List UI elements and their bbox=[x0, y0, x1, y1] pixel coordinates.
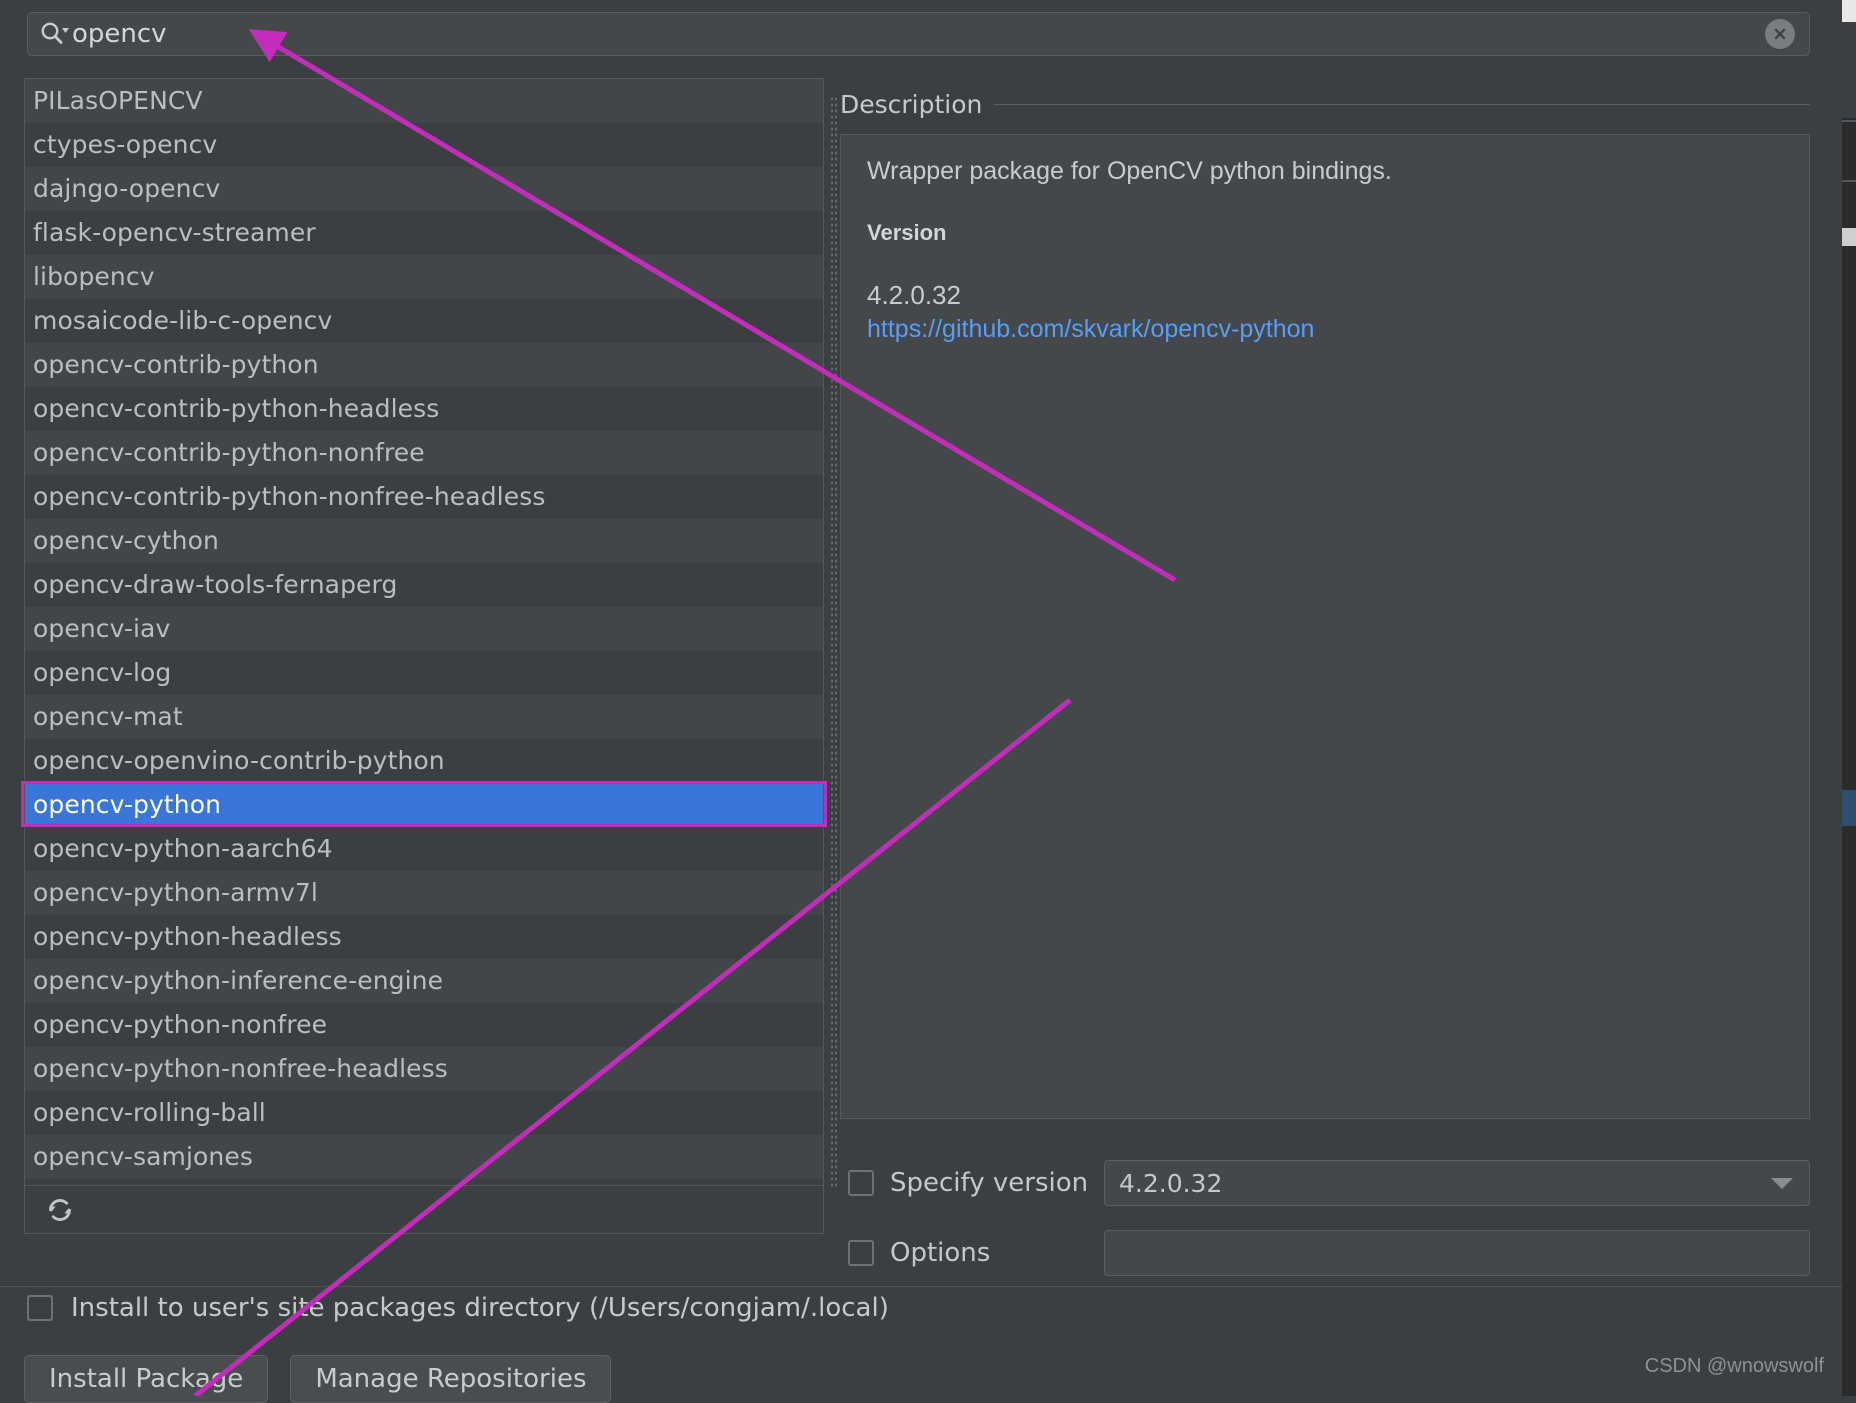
package-list-item[interactable]: dajngo-opencv bbox=[25, 167, 823, 211]
package-list-item[interactable]: opencv-python-aarch64 bbox=[25, 827, 823, 871]
package-list-item[interactable]: opencv-log bbox=[25, 651, 823, 695]
package-list-item[interactable]: ctypes-opencv bbox=[25, 123, 823, 167]
package-list-item[interactable]: opencv-cython bbox=[25, 519, 823, 563]
install-to-user-row: Install to user's site packages director… bbox=[27, 1293, 889, 1323]
chevron-down-icon bbox=[1771, 1177, 1793, 1189]
package-list-item[interactable]: opencv-contrib-python-nonfree-headless bbox=[25, 475, 823, 519]
package-list-item[interactable]: opencv-python-armv7l bbox=[25, 871, 823, 915]
install-to-user-label: Install to user's site packages director… bbox=[71, 1293, 889, 1323]
refresh-icon[interactable] bbox=[43, 1193, 77, 1227]
package-list-item[interactable]: opencv-contrib-python-nonfree bbox=[25, 431, 823, 475]
search-input[interactable] bbox=[72, 19, 1765, 49]
version-value: 4.2.0.32 bbox=[867, 280, 961, 310]
package-list-item[interactable]: opencv-contrib-python-headless bbox=[25, 387, 823, 431]
package-list-item[interactable]: opencv-python-nonfree-headless bbox=[25, 1047, 823, 1091]
package-list-item-selected[interactable]: opencv-python bbox=[25, 783, 823, 827]
homepage-link[interactable]: https://github.com/skvark/opencv-python bbox=[867, 315, 1314, 343]
package-list-item[interactable]: opencv-iav bbox=[25, 607, 823, 651]
description-body: Wrapper package for OpenCV python bindin… bbox=[840, 134, 1810, 1119]
watermark: CSDN @wnowswolf bbox=[1644, 1355, 1824, 1377]
specify-version-label: Specify version bbox=[890, 1168, 1089, 1198]
version-select[interactable]: 4.2.0.32 bbox=[1104, 1160, 1810, 1206]
search-icon[interactable] bbox=[40, 21, 70, 47]
version-label: Version bbox=[867, 220, 947, 245]
package-list-item[interactable]: opencv-rolling-ball bbox=[25, 1091, 823, 1135]
options-input[interactable] bbox=[1104, 1230, 1810, 1276]
description-title: Description bbox=[840, 89, 983, 119]
specify-version-checkbox[interactable] bbox=[848, 1170, 874, 1196]
package-summary: Wrapper package for OpenCV python bindin… bbox=[867, 157, 1392, 185]
splitter-grip-icon bbox=[830, 96, 838, 1188]
install-to-user-checkbox[interactable] bbox=[27, 1295, 53, 1321]
package-list-panel[interactable]: PILasOPENCV ctypes-opencv dajngo-opencv fla… bbox=[24, 78, 824, 1234]
package-list-item[interactable]: opencv-draw-tools-fernaperg bbox=[25, 563, 823, 607]
options-checkbox[interactable] bbox=[848, 1240, 874, 1266]
description-header: Description bbox=[840, 88, 1810, 120]
package-list-toolbar bbox=[25, 1185, 823, 1233]
package-list-item[interactable]: flask-opencv-streamer bbox=[25, 211, 823, 255]
description-panel: Description Wrapper package for OpenCV p… bbox=[840, 88, 1810, 1128]
package-list-item[interactable]: opencv-openvino-contrib-python bbox=[25, 739, 823, 783]
package-list-item[interactable]: opencv-contrib-python bbox=[25, 343, 823, 387]
options-label: Options bbox=[890, 1238, 991, 1268]
package-list-item[interactable]: opencv-samjones bbox=[25, 1135, 823, 1179]
package-list-item[interactable]: libopencv bbox=[25, 255, 823, 299]
package-list[interactable]: PILasOPENCV ctypes-opencv dajngo-opencv fla… bbox=[25, 79, 823, 1185]
search-bar[interactable] bbox=[27, 12, 1810, 56]
install-packages-dialog: PILasOPENCVctypes-opencvdajngo-opencvfla… bbox=[0, 0, 1856, 1403]
version-select-value: 4.2.0.32 bbox=[1119, 1168, 1223, 1198]
package-list-item[interactable]: opencv-python-nonfree bbox=[25, 1003, 823, 1047]
bottom-divider bbox=[0, 1286, 1842, 1287]
clear-search-icon[interactable] bbox=[1765, 19, 1795, 49]
background-window-sliver bbox=[1842, 0, 1856, 1396]
package-list-item[interactable]: opencv-python-inference-engine bbox=[25, 959, 823, 1003]
panel-splitter[interactable] bbox=[828, 96, 840, 1188]
package-list-item[interactable]: PILasOPENCV bbox=[25, 79, 823, 123]
package-list-item[interactable]: mosaicode-lib-c-opencv bbox=[25, 299, 823, 343]
package-list-item[interactable]: opencv-python-headless bbox=[25, 915, 823, 959]
description-rule bbox=[994, 103, 1810, 105]
package-list-item[interactable]: opencv-mat bbox=[25, 695, 823, 739]
